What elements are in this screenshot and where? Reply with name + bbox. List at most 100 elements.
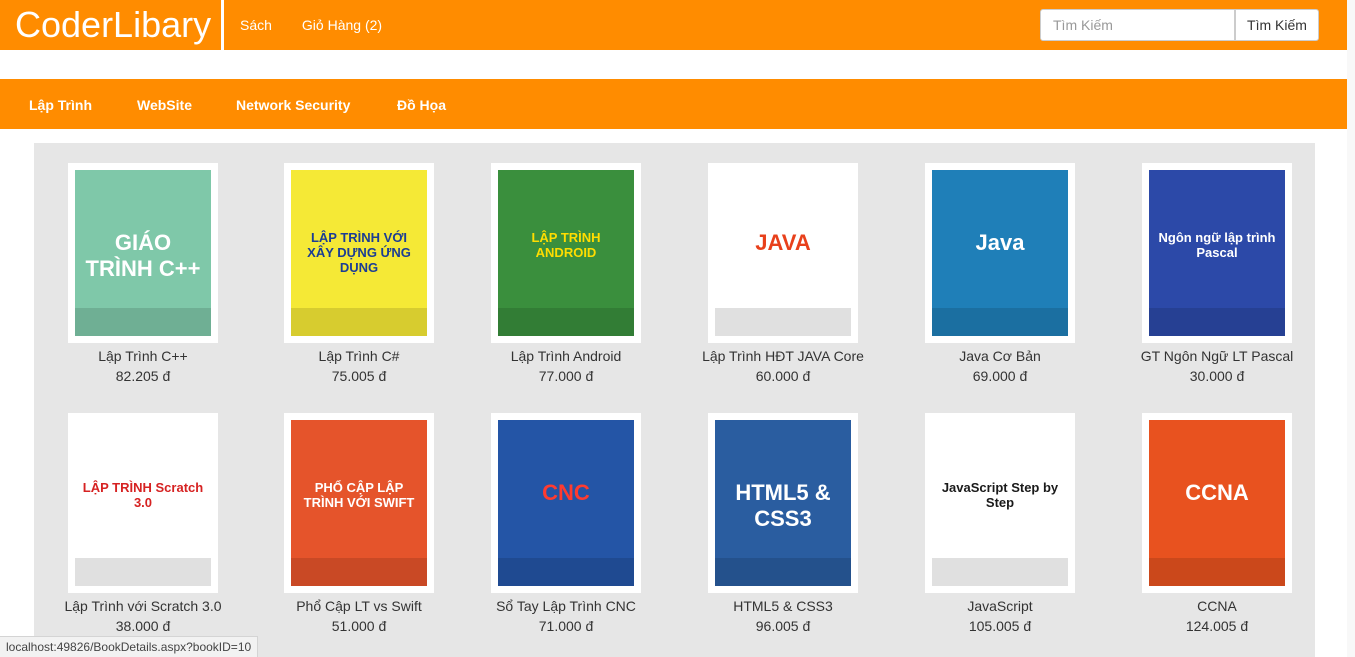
category-programming[interactable]: Lập Trình <box>29 79 92 131</box>
book-cover-image[interactable]: GIÁO TRÌNH C++ <box>75 170 211 336</box>
book-title[interactable]: Lập Trình C++ <box>43 346 243 366</box>
book-cover-image[interactable]: LẬP TRÌNH ANDROID <box>498 170 634 336</box>
book-cover-frame[interactable]: Java <box>925 163 1075 343</box>
book-cover-title: CCNA <box>1185 480 1249 505</box>
search-input[interactable] <box>1040 9 1235 41</box>
book-price: 105.005 đ <box>968 618 1032 634</box>
book-cover-title: GIÁO TRÌNH C++ <box>85 230 201 281</box>
cover-decoration <box>498 558 634 586</box>
book-title[interactable]: GT Ngôn Ngữ LT Pascal <box>1117 346 1317 366</box>
book-title[interactable]: Sổ Tay Lập Trình CNC <box>466 596 666 616</box>
book-cover-title: LẬP TRÌNH Scratch 3.0 <box>82 480 204 510</box>
book-cover-frame[interactable]: HTML5 & CSS3 <box>708 413 858 593</box>
book-cover-title: Ngôn ngữ lập trình Pascal <box>1158 230 1276 260</box>
book-cover-frame[interactable]: LẬP TRÌNH Scratch 3.0 <box>68 413 218 593</box>
book-cover-frame[interactable]: PHỔ CẬP LẬP TRÌNH VỚI SWIFT <box>284 413 434 593</box>
book-price: 30.000 đ <box>1189 368 1245 384</box>
book-card[interactable]: PHỔ CẬP LẬP TRÌNH VỚI SWIFT Phổ Cập LT vs… <box>259 413 459 636</box>
book-cover-title: LẬP TRÌNH ANDROID <box>531 230 601 260</box>
book-title[interactable]: CCNA <box>1117 596 1317 616</box>
book-cover-image[interactable]: LẬP TRÌNH Scratch 3.0 <box>75 420 211 586</box>
book-price: 38.000 đ <box>115 618 171 634</box>
cover-decoration <box>75 558 211 586</box>
brand-divider <box>221 0 224 50</box>
cover-decoration <box>291 308 427 336</box>
book-cover-image[interactable]: Java <box>932 170 1068 336</box>
book-card[interactable]: JavaScript Step by Step JavaScript 105.005… <box>900 413 1100 636</box>
book-title[interactable]: Java Cơ Bản <box>900 346 1100 366</box>
book-cover-image[interactable]: PHỔ CẬP LẬP TRÌNH VỚI SWIFT <box>291 420 427 586</box>
book-cover-image[interactable]: LẬP TRÌNH VỚI XÂY DỰNG ỨNG DỤNG <box>291 170 427 336</box>
book-card[interactable]: Ngôn ngữ lập trình Pascal GT Ngôn Ngữ LT … <box>1117 163 1317 386</box>
page-scrollbar[interactable] <box>1347 0 1355 657</box>
cover-decoration <box>75 308 211 336</box>
book-cover-title: PHỔ CẬP LẬP TRÌNH VỚI SWIFT <box>303 480 415 510</box>
book-price: 124.005 đ <box>1185 618 1249 634</box>
book-cover-frame[interactable]: LẬP TRÌNH VỚI XÂY DỰNG ỨNG DỤNG <box>284 163 434 343</box>
top-nav: Sách Giỏ Hàng (2) <box>240 0 412 50</box>
browser-status-url: localhost:49826/BookDetails.aspx?bookID=… <box>0 636 259 657</box>
brand-logo[interactable]: CoderLibary <box>15 4 211 46</box>
book-cover-frame[interactable]: Ngôn ngữ lập trình Pascal <box>1142 163 1292 343</box>
book-price: 51.000 đ <box>331 618 387 634</box>
nav-books-link[interactable]: Sách <box>240 17 272 33</box>
category-network-security[interactable]: Network Security <box>236 79 350 131</box>
book-title[interactable]: Lập Trình C# <box>259 346 459 366</box>
book-price: 75.005 đ <box>331 368 387 384</box>
book-card[interactable]: JAVA Lập Trình HĐT JAVA Core 60.000 đ <box>683 163 883 386</box>
book-cover-image[interactable]: JavaScript Step by Step <box>932 420 1068 586</box>
book-cover-image[interactable]: CNC <box>498 420 634 586</box>
book-title[interactable]: Lập Trình HĐT JAVA Core <box>683 346 883 366</box>
book-card[interactable]: LẬP TRÌNH ANDROID Lập Trình Android 77.000… <box>466 163 666 386</box>
category-website[interactable]: WebSite <box>137 79 192 131</box>
book-cover-title: CNC <box>542 480 590 505</box>
book-cover-frame[interactable]: CCNA <box>1142 413 1292 593</box>
book-card[interactable]: CCNA CCNA 124.005 đ <box>1117 413 1317 636</box>
book-cover-title: LẬP TRÌNH VỚI XÂY DỰNG ỨNG DỤNG <box>307 230 411 275</box>
book-cover-image[interactable]: Ngôn ngữ lập trình Pascal <box>1149 170 1285 336</box>
book-cover-frame[interactable]: JAVA <box>708 163 858 343</box>
book-price: 77.000 đ <box>538 368 594 384</box>
cover-decoration <box>932 308 1068 336</box>
book-cover-frame[interactable]: JavaScript Step by Step <box>925 413 1075 593</box>
book-cover-title: JAVA <box>755 230 811 255</box>
book-cover-title: Java <box>975 230 1025 255</box>
category-graphics[interactable]: Đồ Họa <box>397 79 446 131</box>
book-cover-image[interactable]: JAVA <box>715 170 851 336</box>
book-card[interactable]: Java Java Cơ Bản 69.000 đ <box>900 163 1100 386</box>
cover-decoration <box>498 308 634 336</box>
category-bar: Lập Trình WebSite Network Security Đồ Họ… <box>0 79 1355 129</box>
book-cover-image[interactable]: HTML5 & CSS3 <box>715 420 851 586</box>
book-price: 96.005 đ <box>755 618 811 634</box>
book-price: 82.205 đ <box>115 368 171 384</box>
cover-decoration <box>291 558 427 586</box>
book-title[interactable]: JavaScript <box>900 596 1100 616</box>
book-grid: GIÁO TRÌNH C++ Lập Trình C++ 82.205 đ LẬP T… <box>34 143 1315 657</box>
nav-cart-link[interactable]: Giỏ Hàng (2) <box>302 17 382 33</box>
cover-decoration <box>1149 558 1285 586</box>
book-cover-title: HTML5 & CSS3 <box>735 480 831 531</box>
book-cover-frame[interactable]: LẬP TRÌNH ANDROID <box>491 163 641 343</box>
book-cover-title: JavaScript Step by Step <box>941 480 1059 510</box>
book-card[interactable]: LẬP TRÌNH Scratch 3.0 Lập Trình với Scrat… <box>43 413 243 636</box>
book-card[interactable]: LẬP TRÌNH VỚI XÂY DỰNG ỨNG DỤNG Lập Trình… <box>259 163 459 386</box>
top-navbar: CoderLibary Sách Giỏ Hàng (2) Tìm Kiếm <box>0 0 1355 50</box>
book-price: 71.000 đ <box>538 618 594 634</box>
cover-decoration <box>715 558 851 586</box>
book-card[interactable]: HTML5 & CSS3 HTML5 & CSS3 96.005 đ <box>683 413 883 636</box>
book-title[interactable]: Phổ Cập LT vs Swift <box>259 596 459 616</box>
book-cover-frame[interactable]: CNC <box>491 413 641 593</box>
book-price: 60.000 đ <box>755 368 811 384</box>
cover-decoration <box>1149 308 1285 336</box>
search-button[interactable]: Tìm Kiếm <box>1235 9 1319 41</box>
book-cover-image[interactable]: CCNA <box>1149 420 1285 586</box>
book-card[interactable]: CNC Sổ Tay Lập Trình CNC 71.000 đ <box>466 413 666 636</box>
cover-decoration <box>715 308 851 336</box>
book-title[interactable]: Lập Trình Android <box>466 346 666 366</box>
book-cover-frame[interactable]: GIÁO TRÌNH C++ <box>68 163 218 343</box>
cover-decoration <box>932 558 1068 586</box>
book-card[interactable]: GIÁO TRÌNH C++ Lập Trình C++ 82.205 đ <box>43 163 243 386</box>
book-title[interactable]: HTML5 & CSS3 <box>683 596 883 616</box>
book-title[interactable]: Lập Trình với Scratch 3.0 <box>43 596 243 616</box>
book-price: 69.000 đ <box>972 368 1028 384</box>
